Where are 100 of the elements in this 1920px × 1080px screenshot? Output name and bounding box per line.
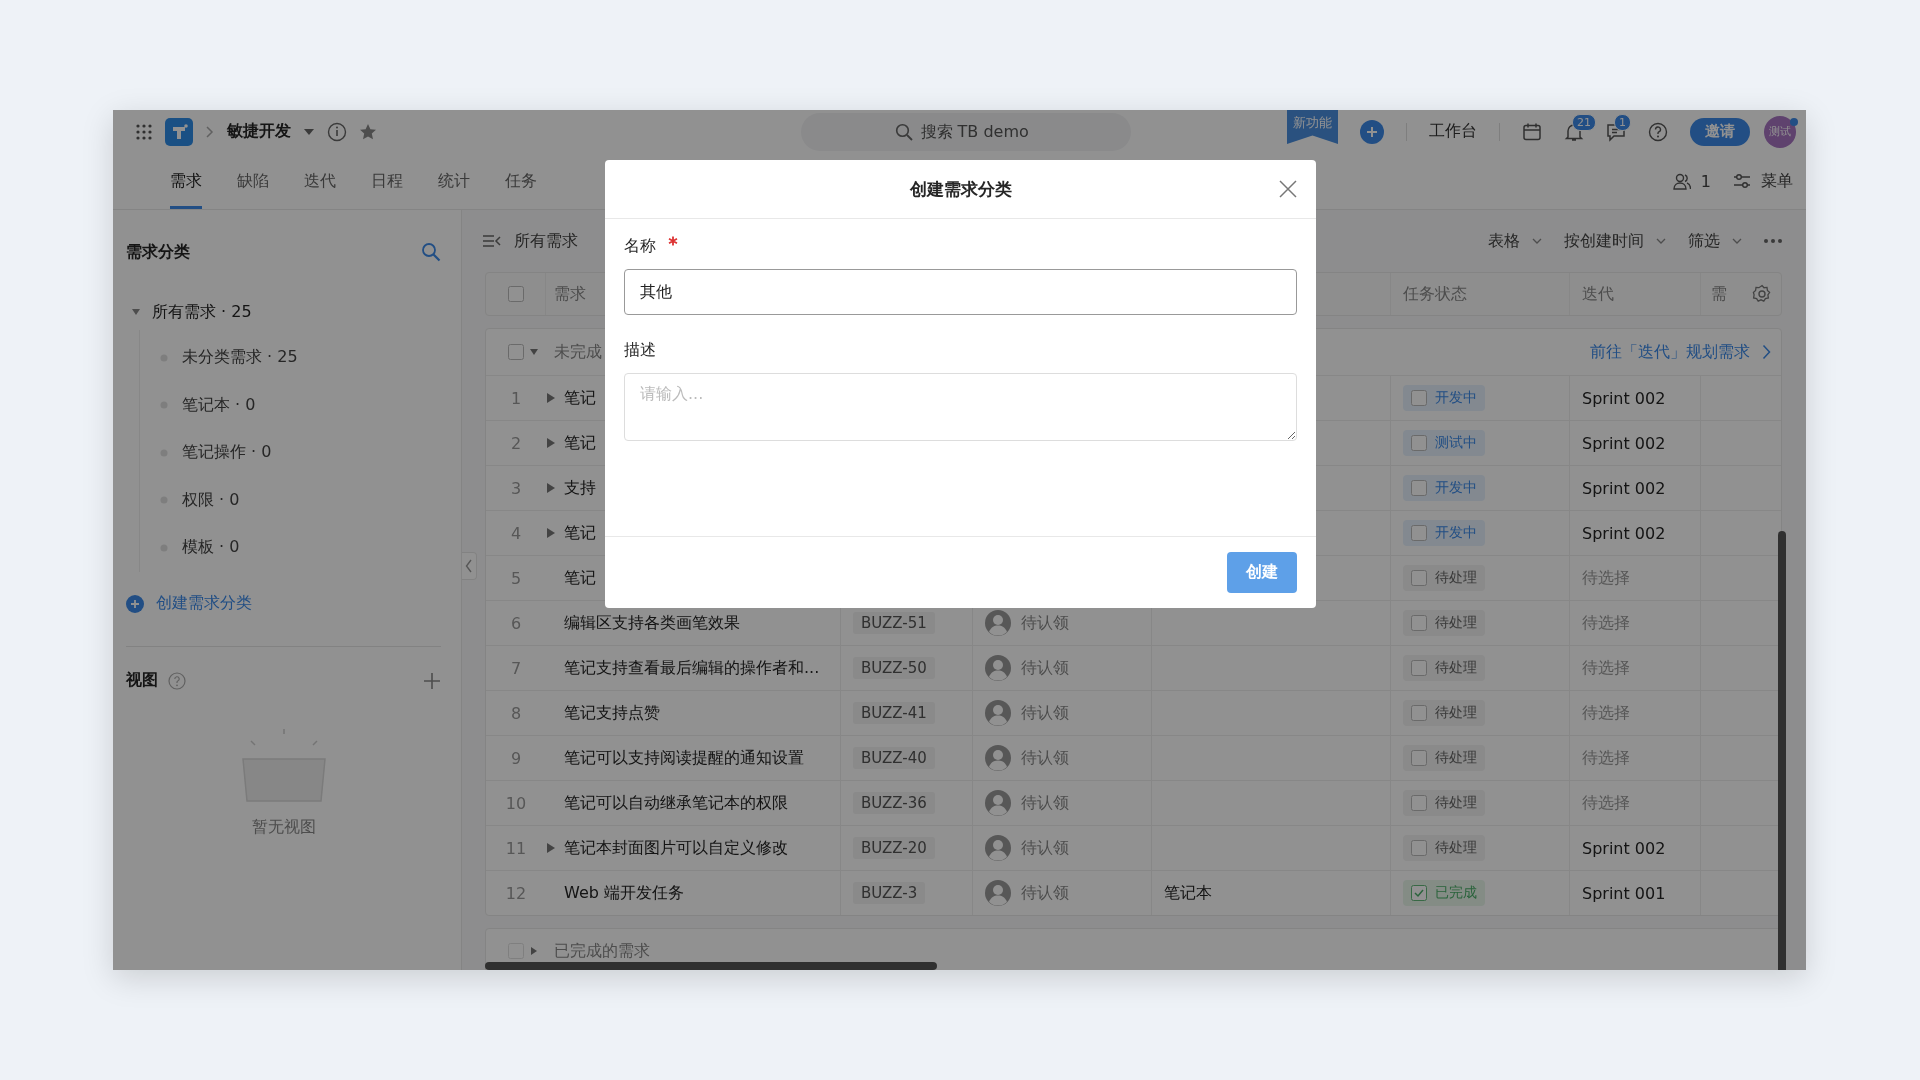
collapse-handle[interactable] (462, 552, 477, 580)
add-icon[interactable] (423, 671, 441, 690)
dropdown-button[interactable]: 筛选 (1688, 230, 1720, 252)
tab[interactable]: 任务 (505, 153, 537, 209)
avatar-icon[interactable] (985, 745, 1011, 771)
tab[interactable]: 统计 (438, 153, 470, 209)
checkbox[interactable] (1411, 615, 1427, 631)
requirement-title[interactable]: 笔记 (564, 567, 596, 589)
avatar-icon[interactable] (985, 835, 1011, 861)
status-tag[interactable]: 开发中 (1403, 520, 1485, 546)
iteration-text[interactable]: 待选择 (1582, 567, 1630, 589)
iteration-text[interactable]: Sprint 002 (1582, 478, 1666, 498)
apps-grid-icon[interactable] (135, 122, 153, 141)
status-tag[interactable]: 测试中 (1403, 430, 1485, 456)
more-icon[interactable] (1764, 239, 1782, 243)
chevron-right-icon[interactable] (1762, 344, 1771, 360)
menu-link[interactable]: 菜单 (1761, 170, 1793, 192)
plan-link[interactable]: 前往「迭代」规划需求 (1590, 341, 1750, 363)
checkbox[interactable] (1411, 705, 1427, 721)
user-avatar[interactable]: 测试 (1764, 115, 1796, 148)
dropdown-button[interactable]: 表格 (1488, 230, 1520, 252)
calendar-icon[interactable] (1522, 121, 1542, 142)
avatar-icon[interactable] (985, 700, 1011, 726)
checkbox[interactable] (1411, 390, 1427, 406)
checkbox[interactable] (1411, 840, 1427, 856)
tab[interactable]: 需求 (170, 153, 202, 209)
members-icon[interactable] (1672, 172, 1691, 190)
tree-item[interactable]: 未分类需求 · 25 (182, 347, 298, 369)
add-circle-icon[interactable] (126, 594, 144, 613)
invite-button[interactable]: 邀请 (1690, 117, 1750, 146)
star-icon[interactable] (359, 122, 377, 141)
checkbox[interactable] (1411, 885, 1427, 901)
iteration-text[interactable]: Sprint 002 (1582, 838, 1666, 858)
add-icon[interactable] (1360, 119, 1384, 144)
iteration-text[interactable]: Sprint 001 (1582, 883, 1666, 903)
tab[interactable]: 日程 (371, 153, 403, 209)
status-tag[interactable]: 开发中 (1403, 385, 1485, 411)
new-feature-badge[interactable]: 新功能 (1287, 110, 1338, 144)
iteration-text[interactable]: 待选择 (1582, 612, 1630, 634)
workbench-link[interactable]: 工作台 (1429, 121, 1477, 142)
settings-icon[interactable] (1752, 284, 1772, 304)
expand-icon[interactable] (546, 482, 556, 494)
iteration-text[interactable]: 待选择 (1582, 747, 1630, 769)
avatar-icon[interactable] (985, 790, 1011, 816)
expand-icon[interactable] (546, 392, 556, 404)
requirement-title[interactable]: 笔记 (564, 522, 596, 544)
requirement-title[interactable]: Web 端开发任务 (564, 882, 684, 904)
expand-icon[interactable] (546, 437, 556, 449)
app-logo-icon[interactable] (165, 117, 193, 146)
collapse-list-icon[interactable] (482, 234, 502, 248)
sliders-icon[interactable] (1733, 172, 1751, 190)
checkbox[interactable] (1411, 660, 1427, 676)
column-header[interactable]: 任务状态 (1403, 283, 1467, 305)
avatar-icon[interactable] (985, 655, 1011, 681)
requirement-title[interactable]: 支持 (564, 477, 596, 499)
text-area[interactable]: 请输入... (624, 373, 1297, 441)
tab[interactable]: 缺陷 (237, 153, 269, 209)
requirement-title[interactable]: 笔记 (564, 432, 596, 454)
checkbox[interactable] (507, 286, 524, 302)
status-tag[interactable]: 已完成 (1403, 880, 1485, 906)
requirement-title[interactable]: 笔记可以自动继承笔记本的权限 (564, 792, 788, 814)
iteration-text[interactable]: 待选择 (1582, 792, 1630, 814)
create-category-link[interactable]: 创建需求分类 (156, 593, 252, 614)
checkbox[interactable] (1411, 435, 1427, 451)
checkbox[interactable] (1411, 480, 1427, 496)
requirement-title[interactable]: 笔记支持点赞 (564, 702, 660, 724)
requirement-title[interactable]: 笔记 (564, 387, 596, 409)
checkbox[interactable] (1411, 795, 1427, 811)
checkbox[interactable] (508, 344, 524, 360)
requirement-title[interactable]: 笔记可以支持阅读提醒的通知设置 (564, 747, 804, 769)
status-tag[interactable]: 待处理 (1403, 700, 1485, 726)
column-header[interactable]: 迭代 (1582, 283, 1614, 305)
project-name[interactable]: 敏捷开发 (227, 121, 291, 142)
iteration-text[interactable]: 待选择 (1582, 702, 1630, 724)
status-tag[interactable]: 待处理 (1403, 610, 1485, 636)
search-field[interactable]: 搜索 TB demo (800, 112, 1131, 151)
tree-item[interactable]: 笔记本 · 0 (182, 394, 256, 416)
status-tag[interactable]: 待处理 (1403, 655, 1485, 681)
iteration-text[interactable]: Sprint 002 (1582, 523, 1666, 543)
status-tag[interactable]: 待处理 (1403, 565, 1485, 591)
column-header[interactable]: 需 (1711, 283, 1727, 305)
tree-item[interactable]: 笔记操作 · 0 (182, 442, 272, 464)
close-icon[interactable] (1279, 180, 1297, 198)
caret-down-icon[interactable] (303, 127, 315, 136)
expand-icon[interactable] (546, 527, 556, 539)
dropdown-button[interactable]: 按创建时间 (1564, 230, 1644, 252)
tab[interactable]: 迭代 (304, 153, 336, 209)
requirement-title[interactable]: 笔记本封面图片可以自定义修改 (564, 837, 788, 859)
scrollbar[interactable] (485, 962, 937, 970)
checkbox[interactable] (1411, 525, 1427, 541)
create-button[interactable]: 创建 (1227, 552, 1297, 593)
status-tag[interactable]: 待处理 (1403, 835, 1485, 861)
status-tag[interactable]: 开发中 (1403, 475, 1485, 501)
expand-icon[interactable] (546, 842, 556, 854)
help-icon[interactable] (1648, 121, 1668, 142)
tree-item[interactable]: 模板 · 0 (182, 537, 240, 559)
tree-item[interactable]: 权限 · 0 (182, 489, 240, 511)
status-tag[interactable]: 待处理 (1403, 790, 1485, 816)
iteration-text[interactable]: 待选择 (1582, 657, 1630, 679)
search-icon[interactable] (421, 242, 441, 262)
